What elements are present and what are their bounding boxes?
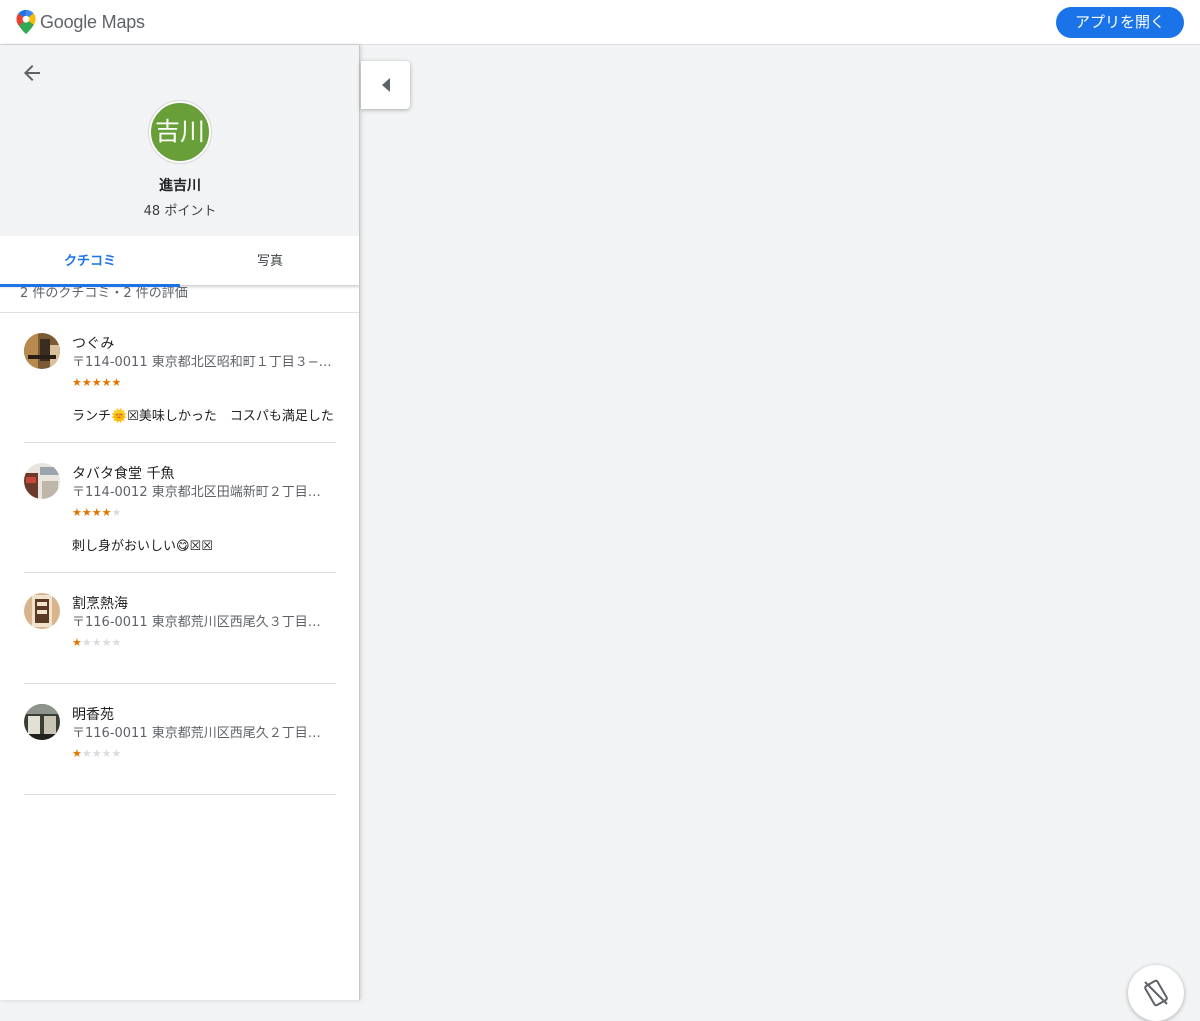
review-item[interactable]: 割烹熱海 〒116-0011 東京都荒川区西尾久３丁目… ★★★★★ <box>24 573 336 684</box>
star-icon: ★ <box>81 747 92 760</box>
star-icon: ★ <box>111 376 122 389</box>
star-rating: ★★★★★ <box>72 506 121 519</box>
star-icon: ★ <box>101 747 112 760</box>
star-icon: ★ <box>91 636 102 649</box>
star-icon: ★ <box>72 747 82 760</box>
google-maps-logo[interactable]: Google Maps <box>16 10 145 34</box>
star-icon: ★ <box>81 636 92 649</box>
caret-left-icon <box>382 78 390 92</box>
profile-points: 48 ポイント <box>143 204 217 219</box>
logo-text: Google Maps <box>40 11 145 32</box>
rotate-disabled-icon <box>1144 979 1168 1007</box>
star-icon: ★ <box>91 747 102 760</box>
profile-avatar: 吉川 <box>149 101 211 163</box>
place-name[interactable]: つぐみ <box>72 333 114 353</box>
place-photo[interactable] <box>24 593 60 629</box>
star-icon: ★ <box>72 376 82 389</box>
maps-pin-icon <box>16 10 36 34</box>
place-address: 〒116-0011 東京都荒川区西尾久３丁目… <box>72 615 321 630</box>
rotate-toggle-button[interactable] <box>1128 965 1184 1021</box>
star-icon: ★ <box>101 636 112 649</box>
arrow-back-icon[interactable] <box>20 61 44 85</box>
star-icon: ★ <box>101 376 112 389</box>
review-text: ランチ🌞☒美味しかった コスパも満足した <box>72 409 334 424</box>
tab-bar: クチコミ 写真 <box>0 236 359 287</box>
star-icon: ★ <box>81 376 92 389</box>
place-name[interactable]: タバタ食堂 千魚 <box>72 463 174 483</box>
review-text: 刺し身がおいしい😋☒☒ <box>72 539 213 554</box>
star-rating: ★★★★★ <box>72 376 121 389</box>
profile-name: 進吉川 <box>159 178 201 194</box>
collapse-panel-button[interactable] <box>361 61 410 109</box>
star-rating: ★★★★★ <box>72 747 121 760</box>
star-icon: ★ <box>72 636 82 649</box>
active-tab-indicator <box>0 284 180 287</box>
star-icon: ★ <box>111 506 122 519</box>
place-address: 〒116-0011 東京都荒川区西尾久２丁目… <box>72 726 321 741</box>
star-rating: ★★★★★ <box>72 636 121 649</box>
star-icon: ★ <box>101 506 112 519</box>
open-app-button[interactable]: アプリを開く <box>1056 7 1184 38</box>
profile-header: 吉川 進吉川 48 ポイント <box>0 45 359 236</box>
review-item[interactable]: 明香苑 〒116-0011 東京都荒川区西尾久２丁目… ★★★★★ <box>24 684 336 795</box>
star-icon: ★ <box>72 506 82 519</box>
place-name[interactable]: 明香苑 <box>72 704 114 724</box>
star-icon: ★ <box>111 636 122 649</box>
star-icon: ★ <box>91 506 102 519</box>
review-item[interactable]: つぐみ 〒114-0011 東京都北区昭和町１丁目３−… ★★★★★ ランチ🌞☒… <box>24 313 336 443</box>
place-photo[interactable] <box>24 333 60 369</box>
star-icon: ★ <box>91 376 102 389</box>
star-icon: ★ <box>81 506 92 519</box>
review-item[interactable]: タバタ食堂 千魚 〒114-0012 東京都北区田端新町２丁目… ★★★★★ 刺… <box>24 443 336 573</box>
tab-reviews[interactable]: クチコミ <box>0 236 180 285</box>
place-name[interactable]: 割烹熱海 <box>72 593 128 613</box>
place-address: 〒114-0011 東京都北区昭和町１丁目３−… <box>72 355 332 370</box>
place-photo[interactable] <box>24 463 60 499</box>
place-address: 〒114-0012 東京都北区田端新町２丁目… <box>72 485 321 500</box>
top-bar: Google Maps アプリを開く <box>0 0 1200 45</box>
star-icon: ★ <box>111 747 122 760</box>
tab-photos[interactable]: 写真 <box>180 236 359 285</box>
contributor-panel: 吉川 進吉川 48 ポイント クチコミ 写真 2 件のクチコミ・2 件の評価 つ… <box>0 45 360 1000</box>
place-photo[interactable] <box>24 704 60 740</box>
